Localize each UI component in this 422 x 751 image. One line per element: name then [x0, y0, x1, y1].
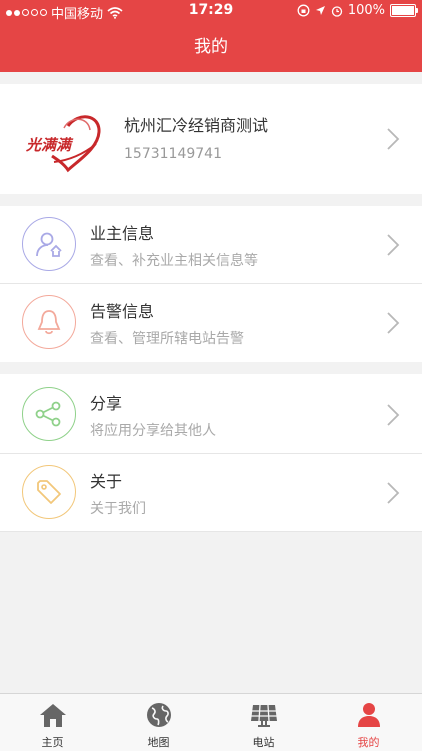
menu-item-share[interactable]: 分享 将应用分享给其他人 — [0, 376, 422, 454]
menu-item-owner-info[interactable]: 业主信息 查看、补充业主相关信息等 — [0, 206, 422, 284]
chevron-right-icon — [387, 234, 400, 256]
location-icon — [315, 6, 325, 15]
tab-station[interactable]: 电站 — [211, 694, 316, 751]
profile-card[interactable]: 光满满 杭州汇冷经销商测试 15731149741 — [0, 84, 422, 194]
chevron-right-icon — [387, 482, 400, 504]
tab-label: 电站 — [252, 736, 275, 749]
menu-subtitle: 将应用分享给其他人 — [90, 423, 216, 439]
rotation-lock-icon — [297, 4, 310, 17]
battery-percent: 100% — [347, 3, 385, 18]
menu-subtitle: 关于我们 — [90, 501, 146, 517]
battery-icon — [390, 4, 418, 17]
menu-group-1: 业主信息 查看、补充业主相关信息等 告警信息 查看、管理所辖电站告警 — [0, 206, 422, 362]
alarm-icon — [331, 5, 342, 17]
tag-icon — [22, 465, 76, 519]
tab-home[interactable]: 主页 — [0, 694, 105, 751]
globe-icon — [146, 703, 171, 727]
profile-name: 杭州汇冷经销商测试 — [124, 116, 269, 135]
profile-phone: 15731149741 — [124, 146, 222, 162]
menu-title: 分享 — [90, 394, 123, 413]
chevron-right-icon — [387, 128, 400, 150]
solar-panel-icon — [250, 704, 277, 727]
tab-label: 地图 — [147, 736, 170, 749]
chevron-right-icon — [387, 312, 400, 334]
menu-title: 业主信息 — [90, 224, 155, 243]
person-icon — [357, 703, 380, 727]
home-icon — [39, 704, 66, 727]
menu-item-about[interactable]: 关于 关于我们 — [0, 454, 422, 532]
menu-group-2: 分享 将应用分享给其他人 关于 关于我们 — [0, 374, 422, 532]
page-title: 我的 — [194, 37, 228, 57]
menu-subtitle: 查看、补充业主相关信息等 — [90, 253, 258, 269]
tab-mine[interactable]: 我的 — [316, 694, 421, 751]
share-icon — [22, 387, 76, 441]
menu-subtitle: 查看、管理所辖电站告警 — [90, 331, 244, 347]
owner-icon — [22, 217, 76, 271]
divider — [0, 531, 422, 532]
menu-item-alarm-info[interactable]: 告警信息 查看、管理所辖电站告警 — [0, 284, 422, 362]
tab-map[interactable]: 地图 — [106, 694, 211, 751]
nav-bar: 我的 — [0, 22, 422, 72]
status-bar: 中国移动 17:29 100% — [0, 0, 422, 22]
bell-icon — [22, 295, 76, 349]
tab-label: 主页 — [41, 736, 64, 749]
tab-label: 我的 — [357, 736, 380, 749]
chevron-right-icon — [387, 404, 400, 426]
menu-title: 关于 — [90, 472, 123, 491]
company-logo: 光满满 — [25, 115, 101, 173]
tab-bar: 主页 地图 电站 我的 — [0, 693, 422, 751]
svg-text:光满满: 光满满 — [25, 136, 74, 154]
menu-title: 告警信息 — [90, 302, 155, 321]
